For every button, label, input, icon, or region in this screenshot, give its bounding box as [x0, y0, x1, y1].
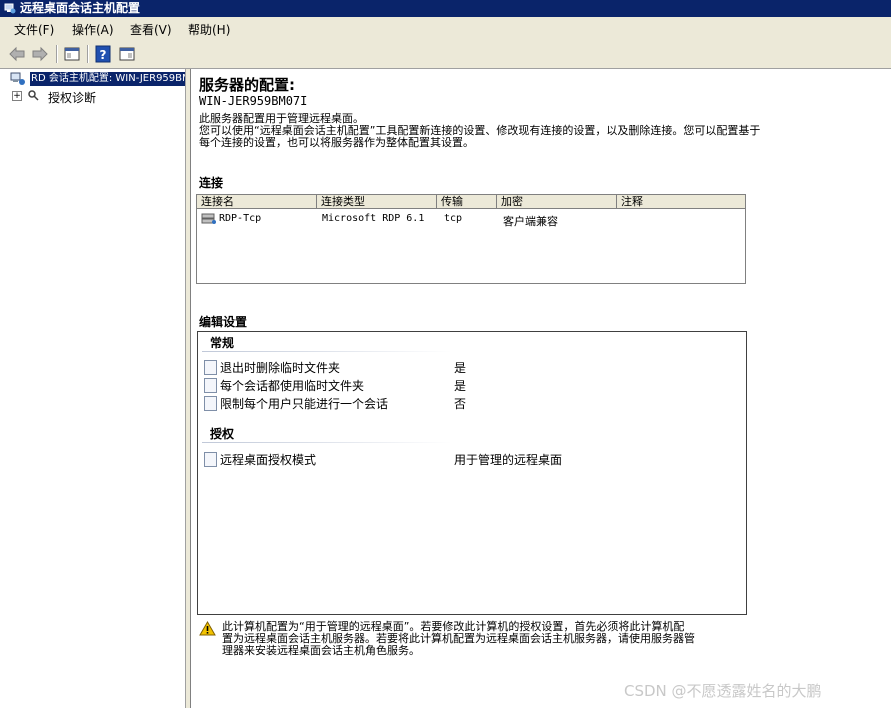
setting-name: 限制每个用户只能进行一个会话	[220, 397, 389, 411]
group-divider	[202, 442, 452, 443]
table-row[interactable]: RDP-Tcp Microsoft RDP 6.1 tcp 客户端兼容	[197, 195, 745, 229]
setting-row[interactable]: 限制每个用户只能进行一个会话 否	[204, 395, 604, 411]
connections-heading: 连接	[199, 176, 224, 190]
setting-icon	[204, 378, 217, 393]
menu-file[interactable]: 文件(F)	[14, 21, 54, 38]
toolbar-separator	[56, 45, 58, 63]
cell-transport: tcp	[444, 213, 463, 224]
warning-line: 理器来安装远程桌面会话主机角色服务。	[222, 644, 420, 657]
watermark: CSDN @不愿透露姓名的大鹏	[624, 682, 822, 700]
window-title: 远程桌面会话主机配置	[20, 1, 141, 15]
setting-row[interactable]: 每个会话都使用临时文件夹 是	[204, 377, 604, 393]
group-general-title: 常规	[210, 336, 235, 350]
menu-action[interactable]: 操作(A)	[72, 21, 114, 38]
setting-name: 远程桌面授权模式	[220, 453, 317, 467]
setting-value: 否	[454, 397, 467, 411]
forward-arrow-icon[interactable]	[31, 45, 49, 63]
menu-help[interactable]: 帮助(H)	[188, 21, 230, 38]
back-arrow-icon[interactable]	[8, 45, 26, 63]
group-licensing-title: 授权	[210, 427, 235, 441]
app-icon	[4, 3, 16, 14]
setting-row[interactable]: 退出时删除临时文件夹 是	[204, 359, 604, 375]
main-pane: 服务器的配置: WIN-JER959BM07I 此服务器配置用于管理远程桌面。 …	[191, 69, 891, 708]
page-title: 服务器的配置:	[199, 76, 295, 94]
setting-icon	[204, 360, 217, 375]
group-divider	[202, 351, 452, 352]
cell-connection-type: Microsoft RDP 6.1	[322, 213, 425, 224]
description-line: 每个连接的设置，也可以将服务器作为整体配置其设置。	[199, 136, 474, 149]
warning-icon	[199, 621, 216, 636]
menu-bar: 文件(F) 操作(A) 查看(V) 帮助(H)	[0, 17, 891, 41]
tree-item-rd-session-host[interactable]: RD 会话主机配置: WIN-JER959BM07I	[8, 72, 185, 86]
connection-icon	[201, 213, 216, 224]
setting-value: 用于管理的远程桌面	[454, 453, 563, 467]
server-icon	[10, 72, 25, 85]
tree-expander[interactable]: +	[12, 91, 22, 101]
tree-item-label: RD 会话主机配置: WIN-JER959BM07I	[30, 72, 185, 86]
svg-text:?: ?	[100, 48, 107, 62]
window-title-bar: 远程桌面会话主机配置	[0, 0, 891, 17]
key-icon	[28, 90, 39, 101]
console-tree-icon[interactable]	[63, 45, 81, 63]
edit-settings-heading: 编辑设置	[199, 315, 248, 329]
setting-name: 退出时删除临时文件夹	[220, 361, 341, 375]
menu-view[interactable]: 查看(V)	[130, 21, 172, 38]
setting-value: 是	[454, 361, 467, 375]
cell-connection-name: RDP-Tcp	[219, 213, 262, 224]
tree-item-license-diagnosis[interactable]: + 授权诊断	[12, 89, 182, 105]
action-pane-icon[interactable]	[118, 45, 136, 63]
cell-encryption: 客户端兼容	[503, 215, 558, 228]
toolbar-separator	[87, 45, 89, 63]
setting-row[interactable]: 远程桌面授权模式 用于管理的远程桌面	[204, 451, 604, 467]
description: 此服务器配置用于管理远程桌面。 您可以使用“远程桌面会话主机配置”工具配置新连接…	[199, 113, 839, 149]
tree-item-label: 授权诊断	[48, 91, 97, 105]
edit-settings-panel: 常规 退出时删除临时文件夹 是 每个会话都使用临时文件夹 是 限制每个用户只能进…	[197, 331, 747, 615]
server-name: WIN-JER959BM07I	[199, 94, 308, 108]
setting-name: 每个会话都使用临时文件夹	[220, 379, 365, 393]
setting-value: 是	[454, 379, 467, 393]
console-tree: RD 会话主机配置: WIN-JER959BM07I + 授权诊断	[0, 69, 186, 708]
setting-icon	[204, 452, 217, 467]
warning-text: 此计算机配置为“用于管理的远程桌面”。若要修改此计算机的授权设置，首先必须将此计…	[222, 621, 747, 657]
connections-table: 连接名 连接类型 传输 加密 注释 RDP-Tcp Microsoft RDP …	[196, 194, 746, 284]
toolbar: ?	[0, 41, 891, 69]
help-icon[interactable]: ?	[94, 45, 112, 63]
setting-icon	[204, 396, 217, 411]
